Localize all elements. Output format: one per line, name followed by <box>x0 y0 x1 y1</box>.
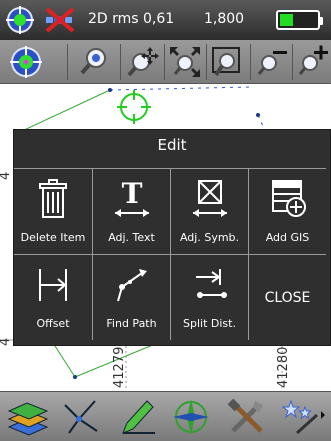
zoom-gps-button[interactable] <box>74 41 114 83</box>
battery-icon <box>276 10 323 30</box>
grid-label: 4 <box>0 172 13 180</box>
gps-mode-text: 2D rms 0,61 <box>88 11 175 27</box>
pen-icon <box>122 400 155 434</box>
adjust-text-button[interactable]: T Adj. Text <box>92 168 170 254</box>
zoom-out-button[interactable] <box>254 41 290 83</box>
add-gis-label: Add GIS <box>265 231 310 244</box>
grid-label: 4 <box>0 338 13 346</box>
edit-dialog: Edit Delete Item T Adj. Text Adj. Symb. … <box>13 129 331 346</box>
magic-button[interactable] <box>276 394 328 440</box>
zoom-in-icon <box>298 45 328 75</box>
layers-icon <box>7 402 49 436</box>
status-value: 1,800 <box>204 11 245 27</box>
layers-button[interactable] <box>2 394 54 440</box>
find-path-icon <box>116 269 147 302</box>
close-label: CLOSE <box>264 290 311 306</box>
find-path-label: Find Path <box>106 317 157 330</box>
status-bar: 2D rms 0,61 1,800 <box>0 0 331 40</box>
split-distance-label: Split Dist. <box>183 317 236 330</box>
symbol-icon <box>192 180 227 217</box>
magnifier-gps-icon <box>80 48 106 75</box>
gps-locate-button[interactable] <box>4 41 48 83</box>
delete-item-label: Delete Item <box>20 231 86 244</box>
compass-icon <box>173 399 209 435</box>
battery-level <box>280 14 293 26</box>
tools-icon <box>227 398 263 433</box>
split-icon <box>195 269 227 298</box>
no-satellite-icon <box>44 6 76 38</box>
zoom-extents-button[interactable] <box>165 41 205 83</box>
gps-target-icon <box>10 46 42 78</box>
grid-coordinate-label: 41280 <box>276 346 291 388</box>
zoom-in-button[interactable] <box>295 41 331 83</box>
pan-icon <box>127 47 159 77</box>
adjust-symbol-label: Adj. Symb. <box>179 231 240 244</box>
zoom-window-button[interactable] <box>208 41 246 83</box>
offset-button[interactable]: Offset <box>14 254 92 340</box>
magic-wand-icon <box>281 399 325 435</box>
text-icon: T <box>114 179 149 217</box>
svg-text:T: T <box>121 179 142 210</box>
adjust-symbol-button[interactable]: Adj. Symb. <box>170 168 248 254</box>
zoom-extents-icon <box>170 47 200 77</box>
tools-button[interactable] <box>222 394 274 440</box>
adjust-text-label: Adj. Text <box>108 231 155 244</box>
split-distance-button[interactable]: Split Dist. <box>170 254 248 340</box>
pan-button[interactable] <box>123 41 163 83</box>
gps-status-icon[interactable] <box>6 6 34 38</box>
zoom-window-icon <box>212 47 240 77</box>
traverse-button[interactable] <box>56 394 108 440</box>
add-gis-button[interactable]: Add GIS <box>248 168 326 254</box>
map-toolbar <box>0 40 331 84</box>
draw-button[interactable] <box>112 394 164 440</box>
offset-label: Offset <box>36 317 70 330</box>
dialog-title: Edit <box>157 136 187 154</box>
find-path-button[interactable]: Find Path <box>92 254 170 340</box>
compass-button[interactable] <box>166 394 218 440</box>
trash-icon <box>39 179 67 218</box>
grid-coordinate-label: 41279 <box>112 346 127 388</box>
add-gis-icon <box>271 180 306 217</box>
gps-position-marker <box>117 90 151 124</box>
close-button[interactable]: CLOSE <box>248 254 326 340</box>
offset-icon <box>39 269 67 301</box>
zoom-out-icon <box>257 51 287 75</box>
traverse-icon <box>64 400 98 434</box>
bottom-toolbar <box>0 391 331 441</box>
delete-item-button[interactable]: Delete Item <box>14 168 92 254</box>
